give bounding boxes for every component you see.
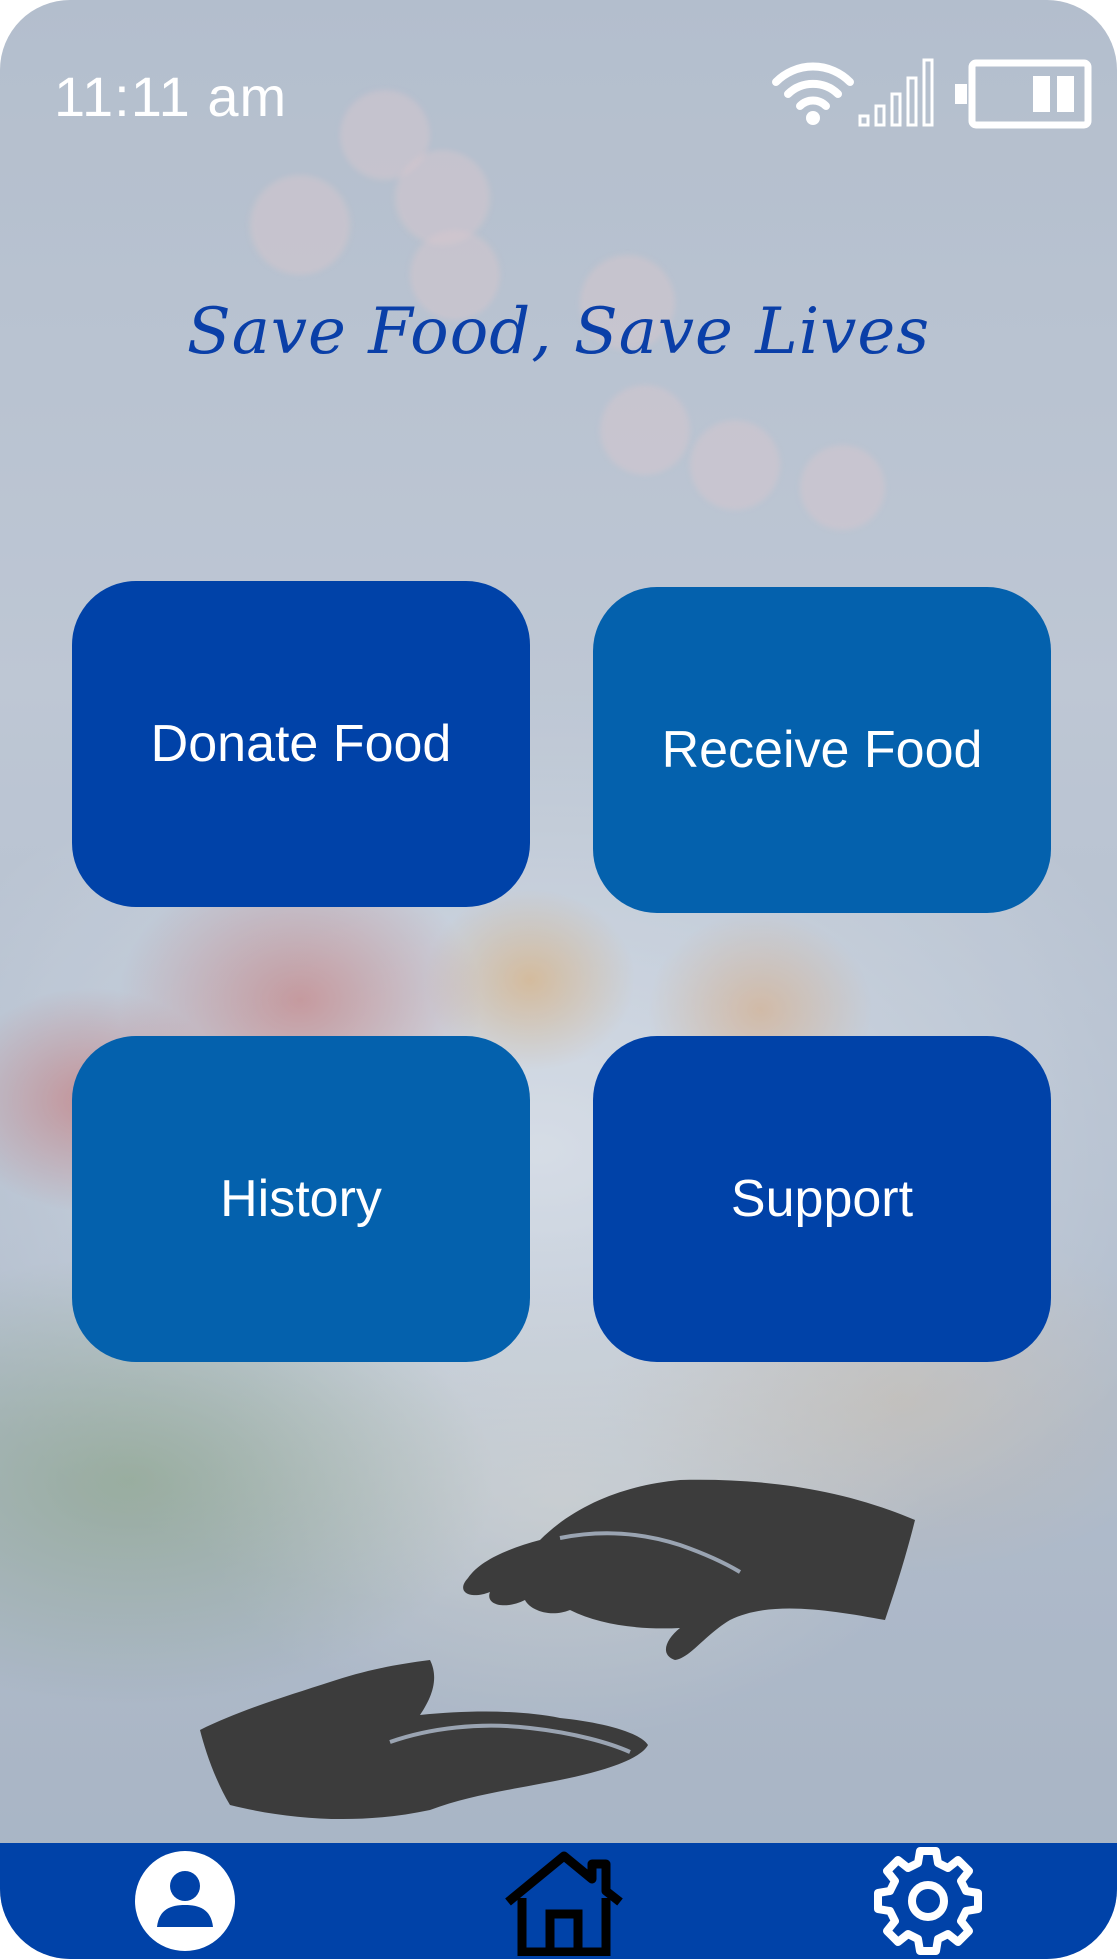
background-bokeh <box>600 385 690 475</box>
background-bokeh <box>800 445 885 530</box>
profile-nav-button[interactable] <box>132 1843 238 1959</box>
battery-icon <box>955 59 1092 129</box>
home-nav-button[interactable] <box>500 1843 628 1959</box>
bottom-navigation <box>0 1843 1117 1959</box>
home-icon <box>505 1851 623 1956</box>
wifi-icon <box>772 62 854 125</box>
history-label: History <box>220 1170 382 1228</box>
signal-icon <box>858 58 934 127</box>
receive-food-label: Receive Food <box>661 721 983 779</box>
status-time: 11:11 am <box>54 65 288 128</box>
settings-nav-button[interactable] <box>870 1843 986 1959</box>
support-label: Support <box>730 1170 914 1228</box>
donate-food-button[interactable]: Donate Food <box>72 581 530 907</box>
receive-food-button[interactable]: Receive Food <box>593 587 1051 913</box>
donate-food-label: Donate Food <box>150 715 452 773</box>
status-bar: 11:11 am <box>0 0 1117 200</box>
settings-icon <box>874 1847 982 1955</box>
history-button[interactable]: History <box>72 1036 530 1362</box>
profile-icon <box>135 1851 235 1951</box>
app-screen: 11:11 am Save Food, Save Lives Donate Fo… <box>0 0 1117 1959</box>
background-bokeh <box>690 420 780 510</box>
support-button[interactable]: Support <box>593 1036 1051 1362</box>
app-headline: Save Food, Save Lives <box>186 295 931 369</box>
giving-hands-illustration <box>200 1479 915 1820</box>
